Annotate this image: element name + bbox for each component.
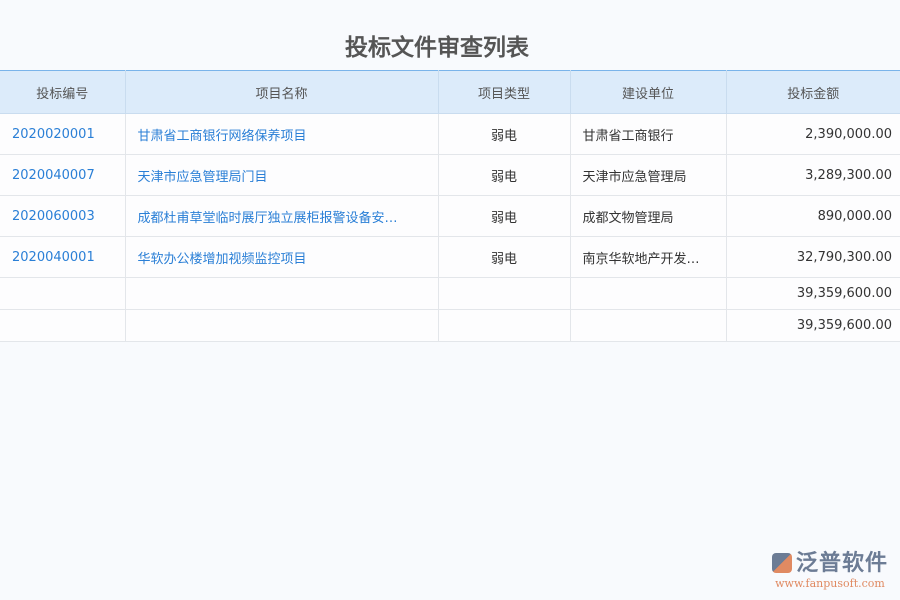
construction-unit: 甘肃省工商银行 <box>570 114 726 155</box>
table-row[interactable]: 2020040001华软办公楼增加视频监控项目弱电南京华软地产开发…32,790… <box>0 237 900 278</box>
bid-id-link[interactable]: 2020040007 <box>0 155 125 196</box>
empty-cell <box>0 310 125 342</box>
total-amount: 39,359,600.00 <box>726 278 900 310</box>
empty-cell <box>0 278 125 310</box>
logo-icon <box>772 553 792 573</box>
construction-unit: 成都文物管理局 <box>570 196 726 237</box>
project-type: 弱电 <box>438 237 570 278</box>
empty-cell <box>438 278 570 310</box>
total-amount: 39,359,600.00 <box>726 310 900 342</box>
page-title: 投标文件审查列表 <box>0 28 874 62</box>
bid-table: 投标编号 项目名称 项目类型 建设单位 投标金额 2020020001甘肃省工商… <box>0 70 900 342</box>
bid-id-link[interactable]: 2020060003 <box>0 196 125 237</box>
column-header-name[interactable]: 项目名称 <box>125 71 438 114</box>
bid-amount: 890,000.00 <box>726 196 900 237</box>
total-row: 39,359,600.00 <box>0 278 900 310</box>
column-header-id[interactable]: 投标编号 <box>0 71 125 114</box>
column-header-type[interactable]: 项目类型 <box>438 71 570 114</box>
logo-url: www.fanpusoft.com <box>772 577 888 590</box>
empty-cell <box>125 310 438 342</box>
fanpusoft-logo: 泛普软件 www.fanpusoft.com <box>772 545 888 590</box>
project-name-link[interactable]: 成都杜甫草堂临时展厅独立展柜报警设备安… <box>125 196 438 237</box>
empty-cell <box>570 310 726 342</box>
construction-unit: 南京华软地产开发… <box>570 237 726 278</box>
empty-cell <box>438 310 570 342</box>
project-name-link[interactable]: 华软办公楼增加视频监控项目 <box>125 237 438 278</box>
total-row: 39,359,600.00 <box>0 310 900 342</box>
bid-amount: 32,790,300.00 <box>726 237 900 278</box>
empty-cell <box>125 278 438 310</box>
table-row[interactable]: 2020060003成都杜甫草堂临时展厅独立展柜报警设备安…弱电成都文物管理局8… <box>0 196 900 237</box>
project-name-link[interactable]: 天津市应急管理局门目 <box>125 155 438 196</box>
column-header-unit[interactable]: 建设单位 <box>570 71 726 114</box>
logo-name: 泛普软件 <box>796 551 888 576</box>
table-row[interactable]: 2020040007天津市应急管理局门目弱电天津市应急管理局3,289,300.… <box>0 155 900 196</box>
bid-amount: 3,289,300.00 <box>726 155 900 196</box>
column-header-amount[interactable]: 投标金额 <box>726 71 900 114</box>
project-name-link[interactable]: 甘肃省工商银行网络保养项目 <box>125 114 438 155</box>
empty-cell <box>570 278 726 310</box>
table-row[interactable]: 2020020001甘肃省工商银行网络保养项目弱电甘肃省工商银行2,390,00… <box>0 114 900 155</box>
project-type: 弱电 <box>438 196 570 237</box>
bid-id-link[interactable]: 2020040001 <box>0 237 125 278</box>
project-type: 弱电 <box>438 114 570 155</box>
project-type: 弱电 <box>438 155 570 196</box>
construction-unit: 天津市应急管理局 <box>570 155 726 196</box>
bid-amount: 2,390,000.00 <box>726 114 900 155</box>
bid-id-link[interactable]: 2020020001 <box>0 114 125 155</box>
